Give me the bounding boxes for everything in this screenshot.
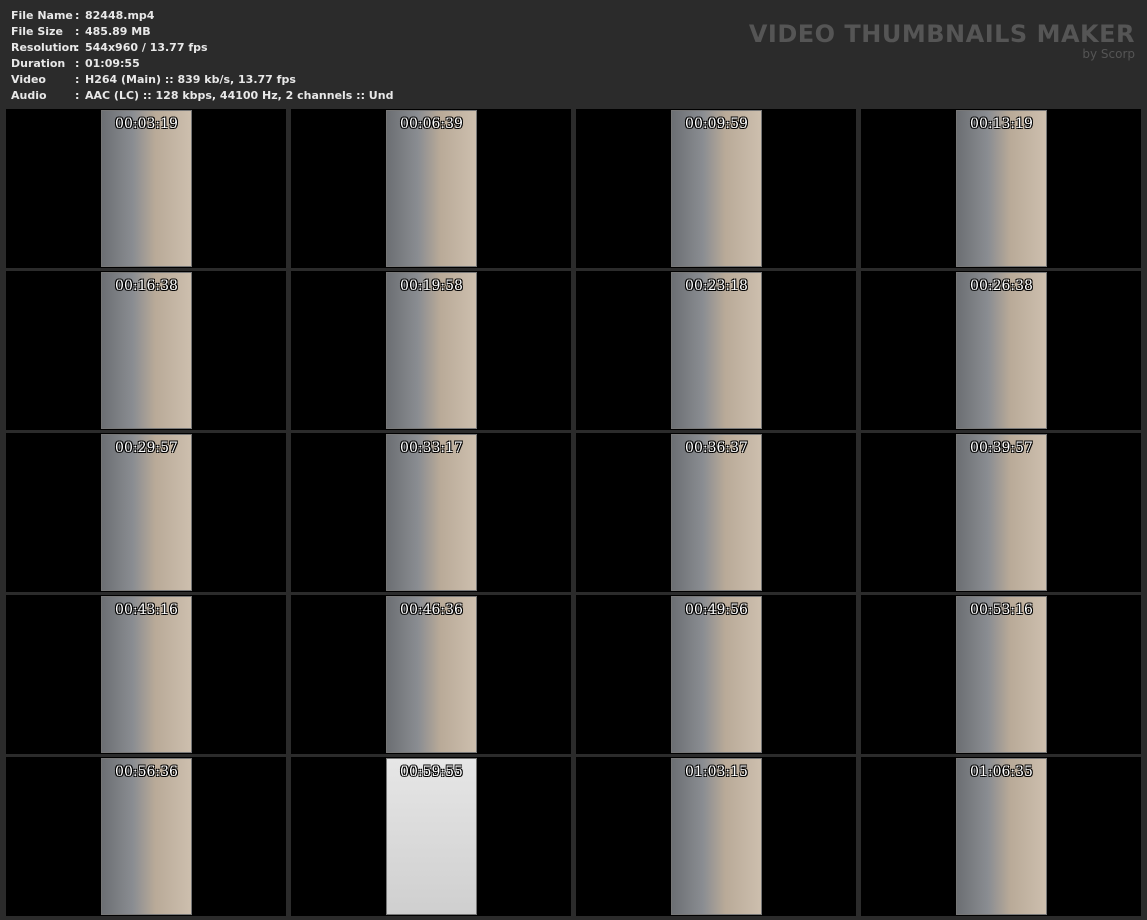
timestamp: 00:49:56 xyxy=(685,602,748,618)
thumbnail-frame: 00:36:37 xyxy=(671,434,762,591)
info-value: 544x960 / 13.77 fps xyxy=(85,41,208,54)
info-row: File Name:82448.mp4 xyxy=(11,8,393,24)
thumbnail-frame: 00:33:17 xyxy=(386,434,477,591)
thumbnail-frame: 00:16:38 xyxy=(101,272,192,429)
info-separator: : xyxy=(75,73,80,86)
info-label: File Name xyxy=(11,9,73,22)
timestamp: 00:39:57 xyxy=(970,440,1033,456)
info-separator: : xyxy=(75,25,80,38)
thumbnail-cell: 00:33:17 xyxy=(291,433,571,592)
thumbnail-frame: 00:46:36 xyxy=(386,596,477,753)
info-separator: : xyxy=(75,89,80,102)
timestamp: 00:26:38 xyxy=(970,278,1033,294)
info-row: Duration:01:09:55 xyxy=(11,56,393,72)
info-value: H264 (Main) :: 839 kb/s, 13.77 fps xyxy=(85,73,296,86)
thumbnail-cell: 00:56:36 xyxy=(6,757,286,916)
timestamp: 00:53:16 xyxy=(970,602,1033,618)
thumbnail-cell: 00:29:57 xyxy=(6,433,286,592)
thumbnail-cell: 00:59:55 xyxy=(291,757,571,916)
thumbnail-cell: 00:13:19 xyxy=(861,109,1141,268)
thumbnail-frame: 00:39:57 xyxy=(956,434,1047,591)
info-label: Duration xyxy=(11,57,66,70)
thumbnail-frame: 01:06:35 xyxy=(956,758,1047,915)
thumbnail-cell: 00:16:38 xyxy=(6,271,286,430)
timestamp: 00:36:37 xyxy=(685,440,748,456)
info-value: AAC (LC) :: 128 kbps, 44100 Hz, 2 channe… xyxy=(85,89,394,102)
thumbnail-cell: 00:53:16 xyxy=(861,595,1141,754)
timestamp: 00:09:59 xyxy=(685,116,748,132)
info-label: Resolution xyxy=(11,41,78,54)
info-separator: : xyxy=(75,57,80,70)
info-label: File Size xyxy=(11,25,63,38)
thumbnail-cell: 00:49:56 xyxy=(576,595,856,754)
thumbnail-frame: 00:03:19 xyxy=(101,110,192,267)
timestamp: 00:16:38 xyxy=(115,278,178,294)
timestamp: 00:06:39 xyxy=(400,116,463,132)
thumbnail-cell: 01:06:35 xyxy=(861,757,1141,916)
thumbnail-grid: 00:03:19 00:06:39 00:09:59 00:13:19 00:16:38… xyxy=(6,109,1141,916)
thumbnail-cell: 00:03:19 xyxy=(6,109,286,268)
thumbnail-frame: 00:09:59 xyxy=(671,110,762,267)
thumbnail-cell: 00:23:18 xyxy=(576,271,856,430)
timestamp: 00:23:18 xyxy=(685,278,748,294)
timestamp: 00:03:19 xyxy=(115,116,178,132)
timestamp: 00:29:57 xyxy=(115,440,178,456)
thumbnail-cell: 00:26:38 xyxy=(861,271,1141,430)
thumbnail-cell: 01:03:15 xyxy=(576,757,856,916)
info-value: 485.89 MB xyxy=(85,25,151,38)
app-logo: VIDEO THUMBNAILS MAKER by Scorp xyxy=(749,20,1135,60)
thumbnail-cell: 00:46:36 xyxy=(291,595,571,754)
info-label: Video xyxy=(11,73,46,86)
thumbnail-frame: 00:59:55 xyxy=(386,758,477,915)
timestamp: 01:03:15 xyxy=(685,764,748,780)
info-row: Resolution:544x960 / 13.77 fps xyxy=(11,40,393,56)
thumbnail-frame: 00:26:38 xyxy=(956,272,1047,429)
info-row: Audio: AAC (LC) :: 128 kbps, 44100 Hz, 2 … xyxy=(11,88,393,104)
thumbnail-cell: 00:43:16 xyxy=(6,595,286,754)
logo-subtitle: by Scorp xyxy=(1082,47,1135,61)
thumbnail-cell: 00:06:39 xyxy=(291,109,571,268)
thumbnail-cell: 00:36:37 xyxy=(576,433,856,592)
thumbnail-frame: 01:03:15 xyxy=(671,758,762,915)
info-label: Audio xyxy=(11,89,47,102)
info-value: 01:09:55 xyxy=(85,57,140,70)
thumbnail-frame: 00:29:57 xyxy=(101,434,192,591)
timestamp: 00:56:36 xyxy=(115,764,178,780)
timestamp: 00:13:19 xyxy=(970,116,1033,132)
info-separator: : xyxy=(75,9,80,22)
timestamp: 00:59:55 xyxy=(400,764,463,780)
thumbnail-frame: 00:06:39 xyxy=(386,110,477,267)
thumbnail-frame: 00:13:19 xyxy=(956,110,1047,267)
info-row: File Size:485.89 MB xyxy=(11,24,393,40)
thumbnail-frame: 00:23:18 xyxy=(671,272,762,429)
file-info: File Name:82448.mp4 File Size:485.89 MB Re… xyxy=(11,8,393,104)
thumbnail-cell: 00:19:58 xyxy=(291,271,571,430)
timestamp: 00:43:16 xyxy=(115,602,178,618)
logo-title: VIDEO THUMBNAILS MAKER xyxy=(748,20,1135,48)
timestamp: 01:06:35 xyxy=(970,764,1033,780)
info-separator: : xyxy=(75,41,80,54)
timestamp: 00:19:58 xyxy=(400,278,463,294)
thumbnail-frame: 00:53:16 xyxy=(956,596,1047,753)
thumbnail-frame: 00:49:56 xyxy=(671,596,762,753)
timestamp: 00:46:36 xyxy=(400,602,463,618)
thumbnail-cell: 00:09:59 xyxy=(576,109,856,268)
thumbnail-frame: 00:19:58 xyxy=(386,272,477,429)
info-row: Video: H264 (Main) :: 839 kb/s, 13.77 fps xyxy=(11,72,393,88)
thumbnail-frame: 00:56:36 xyxy=(101,758,192,915)
info-value: 82448.mp4 xyxy=(85,9,155,22)
thumbnail-frame: 00:43:16 xyxy=(101,596,192,753)
timestamp: 00:33:17 xyxy=(400,440,463,456)
thumbnail-cell: 00:39:57 xyxy=(861,433,1141,592)
